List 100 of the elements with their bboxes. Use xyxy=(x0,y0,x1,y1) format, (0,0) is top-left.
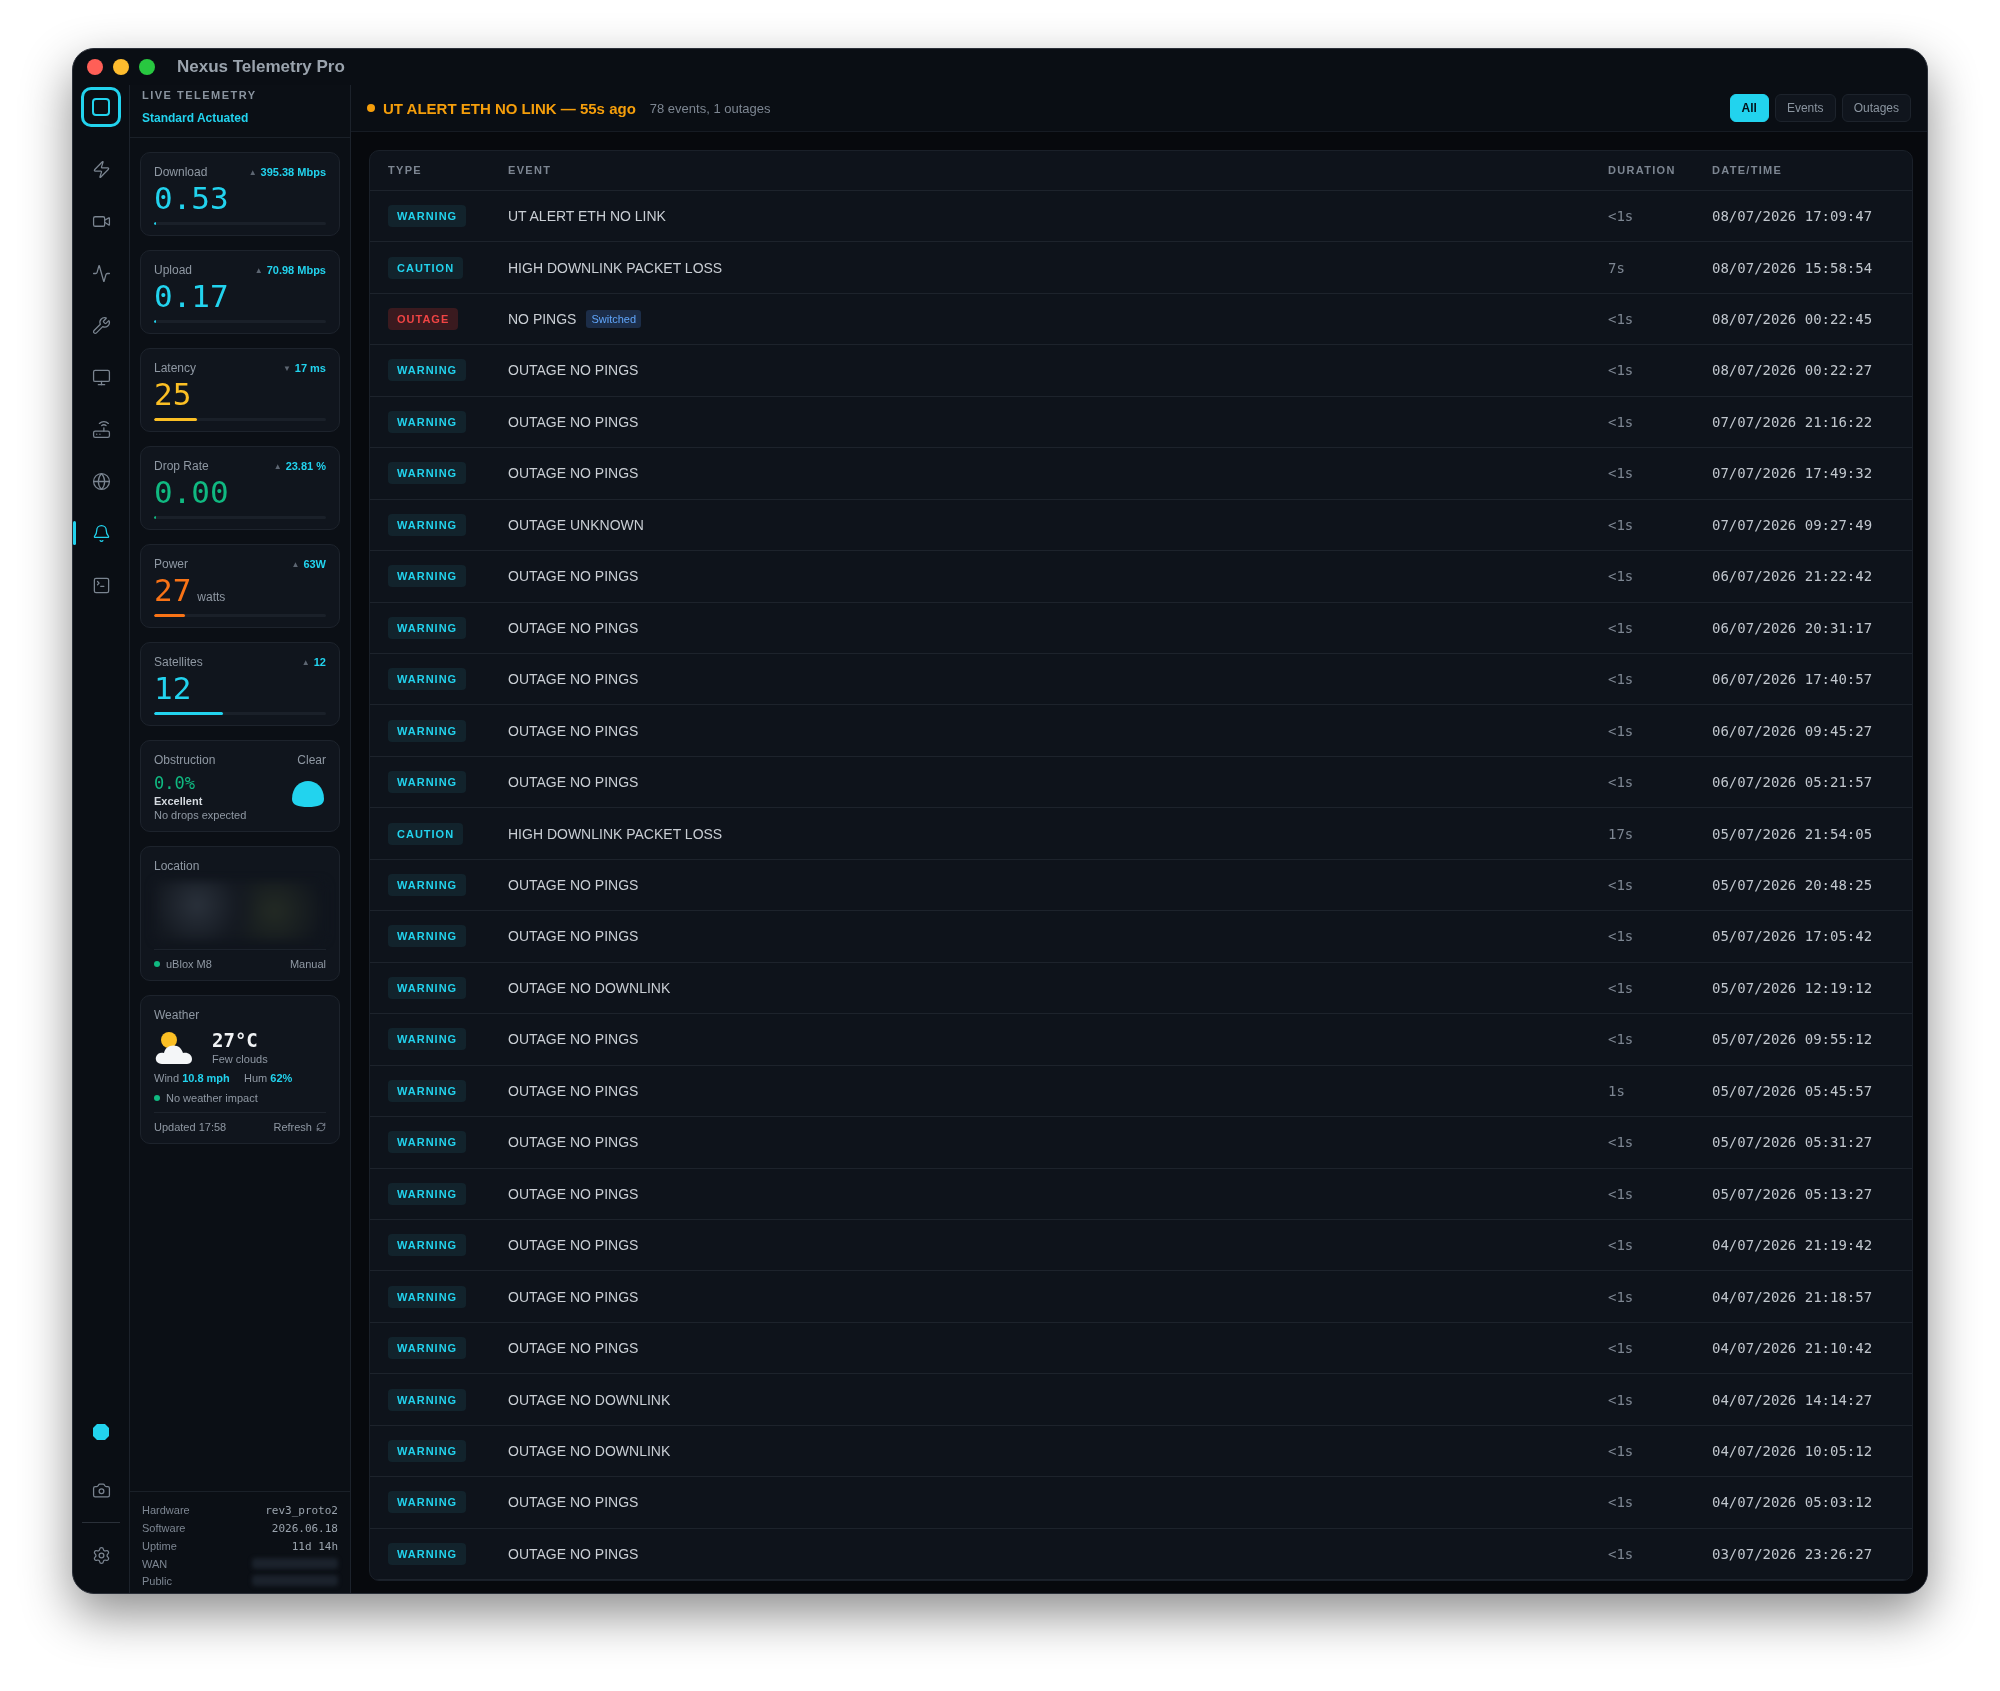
type-badge: WARNING xyxy=(388,874,467,896)
wrench-icon xyxy=(91,315,111,335)
duration-cell-text: <1s xyxy=(1608,362,1635,379)
trend-arrow: ▲ xyxy=(273,461,282,471)
filter-tab[interactable]: All xyxy=(1729,94,1769,122)
datetime-cell-text: 04/07/2026 21:10:42 xyxy=(1712,1340,1874,1357)
wind-reading: Wind 10.8 mph xyxy=(154,1072,231,1084)
type-badge: WARNING xyxy=(388,1028,467,1051)
duration-cell-text: <1s xyxy=(1608,877,1635,893)
gps-source: uBlox M8 xyxy=(154,958,212,970)
system-value: rev3_proto2 xyxy=(264,1504,338,1517)
zoom-button[interactable] xyxy=(139,59,155,75)
metric-value: 0.53 xyxy=(154,179,229,217)
obstruction-status: Clear xyxy=(297,753,326,767)
weather-label: Weather xyxy=(154,1008,201,1022)
duration-cell-text: <1s xyxy=(1608,1545,1635,1562)
metric-unit: watts xyxy=(197,590,226,604)
datetime-cell-text: 05/07/2026 21:54:05 xyxy=(1712,825,1874,842)
event-name: OUTAGE NO DOWNLINK xyxy=(508,1391,671,1408)
filter-tab[interactable]: Events xyxy=(1774,94,1836,122)
event-name: OUTAGE NO PINGS xyxy=(508,877,639,893)
datetime-cell-text: 04/07/2026 14:14:27 xyxy=(1712,1391,1874,1408)
event-name: OUTAGE UNKNOWN xyxy=(508,516,644,533)
datetime-cell-text: 08/07/2026 15:58:54 xyxy=(1712,259,1874,276)
weather-impact: No weather impact xyxy=(154,1092,326,1104)
type-badge: WARNING xyxy=(388,668,467,691)
duration-cell-text: <1s xyxy=(1608,1443,1635,1459)
alert-text: UT ALERT ETH NO LINK — 55s ago xyxy=(383,99,636,117)
metric-delta: 70.98 Mbps xyxy=(266,264,326,276)
type-badge: CAUTION xyxy=(388,256,464,279)
type-badge: WARNING xyxy=(388,1285,467,1308)
filter-tab[interactable]: Outages xyxy=(1841,94,1911,122)
duration-cell-text: <1s xyxy=(1608,208,1635,225)
datetime-cell-text: 06/07/2026 21:22:42 xyxy=(1712,568,1874,585)
duration-cell-text: <1s xyxy=(1608,413,1635,430)
sky-view-icon xyxy=(290,779,326,809)
datetime-cell-text: 05/07/2026 09:55:12 xyxy=(1712,1031,1874,1048)
datetime-cell-text: 06/07/2026 09:45:27 xyxy=(1712,722,1874,739)
system-label: Hardware xyxy=(142,1504,190,1517)
type-badge: WARNING xyxy=(388,410,467,433)
duration-cell-text: <1s xyxy=(1608,979,1635,996)
minimize-button[interactable] xyxy=(113,59,129,75)
duration-cell-text: <1s xyxy=(1608,1340,1635,1357)
type-badge: WARNING xyxy=(388,205,467,228)
metric-label: Satellites xyxy=(154,655,203,669)
pulse-icon xyxy=(91,263,111,283)
type-badge: WARNING xyxy=(388,1491,467,1514)
type-badge: WARNING xyxy=(388,359,467,382)
event-name: OUTAGE NO DOWNLINK xyxy=(508,1443,671,1459)
close-button[interactable] xyxy=(87,59,103,75)
duration-cell-text: <1s xyxy=(1608,1185,1635,1202)
type-badge: WARNING xyxy=(388,565,467,588)
type-badge: WARNING xyxy=(388,925,467,948)
metric-delta: 23.81 % xyxy=(285,460,326,472)
metric-value: 27 xyxy=(154,571,192,609)
metric-delta: 12 xyxy=(313,656,326,668)
duration-cell-text: <1s xyxy=(1608,928,1635,945)
duration-cell-text: <1s xyxy=(1608,465,1635,482)
system-label: Uptime xyxy=(142,1540,178,1553)
event-name: OUTAGE NO PINGS xyxy=(508,568,639,585)
datetime-cell-text: 04/07/2026 10:05:12 xyxy=(1712,1443,1874,1459)
event-name: HIGH DOWNLINK PACKET LOSS xyxy=(508,825,723,842)
metric-label: Latency xyxy=(154,361,197,375)
datetime-cell-text: 05/07/2026 05:45:57 xyxy=(1712,1082,1874,1099)
type-badge: WARNING xyxy=(388,1131,467,1154)
type-badge: WARNING xyxy=(388,1182,467,1205)
datetime-cell-text: 07/07/2026 09:27:49 xyxy=(1712,516,1874,533)
datetime-cell-text: 05/07/2026 05:31:27 xyxy=(1712,1134,1874,1151)
datetime-cell-text: 08/07/2026 00:22:27 xyxy=(1712,362,1874,379)
system-value: 2026.06.18 xyxy=(270,1522,338,1535)
lightning-icon xyxy=(91,159,111,179)
duration-cell-text: <1s xyxy=(1608,619,1635,636)
trend-arrow: ▲ xyxy=(301,657,310,667)
globe-icon xyxy=(91,471,111,491)
datetime-cell-text: 06/07/2026 17:40:57 xyxy=(1712,671,1874,688)
metric-label: Upload xyxy=(154,263,193,277)
column-header: DURATION xyxy=(1608,164,1677,177)
column-header: EVENT xyxy=(508,164,553,177)
metric-value: 0.00 xyxy=(154,473,229,511)
refresh-button[interactable]: Refresh xyxy=(273,1121,326,1133)
obstruction-value: 0.0% xyxy=(154,773,196,793)
type-badge: WARNING xyxy=(388,1079,467,1102)
type-badge: WARNING xyxy=(388,616,467,639)
datetime-cell-text: 07/07/2026 17:49:32 xyxy=(1712,465,1874,482)
trend-arrow: ▲ xyxy=(254,265,263,275)
alert-dot xyxy=(367,104,375,112)
column-header: TYPE xyxy=(388,164,423,177)
router-icon xyxy=(91,419,111,439)
type-badge: WARNING xyxy=(388,976,467,999)
datetime-cell-text: 05/07/2026 12:19:12 xyxy=(1712,979,1874,996)
sidebar-subtitle: Standard Actuated xyxy=(142,111,250,125)
datetime-cell-text: 04/07/2026 21:18:57 xyxy=(1712,1288,1874,1305)
duration-cell-text: <1s xyxy=(1608,1288,1635,1305)
weather-updated: Updated 17:58 xyxy=(154,1121,227,1133)
bell-icon xyxy=(91,523,111,543)
datetime-cell-text: 07/07/2026 21:16:22 xyxy=(1712,413,1874,430)
event-name: OUTAGE NO PINGS xyxy=(508,928,639,945)
system-value: 11d 14h xyxy=(290,1540,338,1553)
event-name: NO PINGS xyxy=(508,311,577,327)
event-name: OUTAGE NO PINGS xyxy=(508,1082,639,1099)
